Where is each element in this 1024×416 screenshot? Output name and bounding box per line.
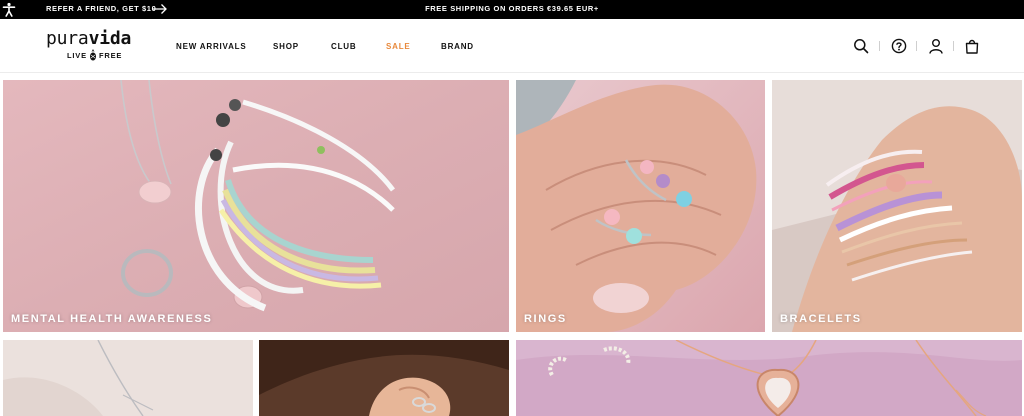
nav-new-arrivals[interactable]: NEW ARRIVALS	[176, 42, 247, 51]
bracelets-image	[772, 80, 1022, 332]
nav-sale[interactable]: SALE	[386, 42, 411, 51]
search-icon[interactable]	[853, 38, 869, 54]
tile-caption: MENTAL HEALTH AWARENESS	[11, 313, 213, 325]
bag-icon[interactable]	[964, 38, 980, 54]
category-tile-rings[interactable]: RINGS	[516, 80, 765, 332]
nav-brand[interactable]: BRAND	[441, 42, 474, 51]
category-tile-bracelets[interactable]: BRACELETS	[772, 80, 1022, 332]
logo-tagline-right: FREE	[99, 51, 123, 60]
account-icon[interactable]	[928, 38, 944, 54]
nav-shop[interactable]: SHOP	[273, 42, 299, 51]
announcement-bar: REFER A FRIEND, GET $10 FREE SHIPPING ON…	[0, 0, 1024, 19]
category-tile-earrings[interactable]	[259, 340, 509, 416]
header-divider	[953, 41, 954, 51]
logo-wordmark: puravida	[46, 28, 132, 49]
category-tile-gifts[interactable]	[516, 340, 1022, 416]
nav-club[interactable]: CLUB	[331, 42, 356, 51]
tile-caption: RINGS	[524, 313, 567, 325]
necklace-image	[3, 340, 253, 416]
mental-health-jewelry-image	[3, 80, 509, 332]
header-divider	[916, 41, 917, 51]
rings-image	[516, 80, 765, 332]
pineapple-icon	[90, 49, 96, 61]
site-header: puravida LIVE FREE NEW ARRIVALS SHOP CLU…	[0, 19, 1024, 73]
header-divider	[879, 41, 880, 51]
logo-tagline-left: LIVE	[67, 51, 87, 60]
category-tile-mental-health[interactable]: MENTAL HEALTH AWARENESS	[3, 80, 509, 332]
puravida-logo[interactable]: puravida LIVE FREE	[46, 28, 146, 64]
free-shipping-text: FREE SHIPPING ON ORDERS €39.65 EUR+	[425, 4, 599, 13]
help-icon[interactable]	[891, 38, 907, 54]
earrings-image	[259, 340, 509, 416]
gifts-image	[516, 340, 1022, 416]
category-tile-necklaces[interactable]	[3, 340, 253, 416]
tile-caption: BRACELETS	[780, 313, 862, 325]
